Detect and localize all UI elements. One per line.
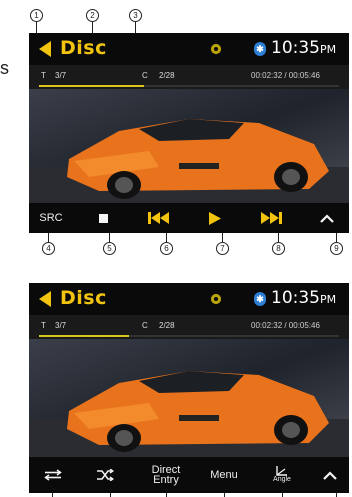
repeat-icon <box>44 469 62 481</box>
control-bar: SRC <box>29 203 349 233</box>
previous-button[interactable] <box>137 203 181 233</box>
callout-5-leader <box>109 233 110 242</box>
shuffle-icon <box>97 469 114 481</box>
direct-entry-line2: Entry <box>153 474 179 486</box>
screen2-leader-2 <box>110 493 111 497</box>
callout-8: 8 <box>272 242 285 255</box>
side-text-fragment: s <box>0 58 9 78</box>
callout-7: 7 <box>216 242 229 255</box>
screen2-leader-6 <box>336 493 337 497</box>
back-arrow-icon[interactable] <box>39 41 51 57</box>
shuffle-button[interactable] <box>81 457 129 493</box>
callout-9-leader <box>336 233 337 242</box>
progress-fill <box>39 335 129 337</box>
callout-6: 6 <box>160 242 173 255</box>
next-icon <box>261 212 282 224</box>
chapter-value: 2/28 <box>159 71 175 80</box>
callout-9: 9 <box>330 242 343 255</box>
expand-button[interactable] <box>305 203 349 233</box>
direct-entry-button[interactable]: Direct Entry <box>141 457 191 493</box>
player-screen-2: Disc ✱ 10:35PM T 3/7 C 2/28 00:02:32 / 0… <box>29 283 349 493</box>
screen2-leader-3 <box>166 493 167 497</box>
screen2-leader-5 <box>282 493 283 497</box>
angle-button[interactable]: Angle <box>257 457 307 493</box>
disc-icon <box>211 44 221 54</box>
previous-icon <box>148 212 169 224</box>
screen2-leader-1 <box>52 493 53 497</box>
clock: 10:35PM <box>271 288 336 308</box>
video-artwork <box>29 339 349 457</box>
player-screen-1: Disc ✱ 10:35PM T 3/7 C 2/28 00:02:32 / 0… <box>29 33 349 233</box>
clock-time: 10:35 <box>271 288 320 308</box>
bluetooth-icon: ✱ <box>254 292 266 306</box>
clock-ampm: PM <box>320 43 337 56</box>
chapter-label: C <box>142 71 148 80</box>
top-bar: Disc ✱ 10:35PM <box>29 283 349 315</box>
clock-ampm: PM <box>320 293 337 306</box>
screen2-leader-4 <box>224 493 225 497</box>
next-button[interactable] <box>249 203 293 233</box>
direct-entry-label: Direct Entry <box>152 465 181 486</box>
track-info-bar: T 3/7 C 2/28 00:02:32 / 00:05:46 <box>29 315 349 339</box>
src-button[interactable]: SRC <box>29 203 73 233</box>
chapter-label: C <box>142 321 148 330</box>
playback-time: 00:02:32 / 00:05:46 <box>251 71 320 80</box>
angle-icon <box>276 466 287 476</box>
stop-button[interactable] <box>81 203 125 233</box>
track-info-bar: T 3/7 C 2/28 00:02:32 / 00:05:46 <box>29 65 349 89</box>
progress-fill <box>39 85 144 87</box>
top-bar: Disc ✱ 10:35PM <box>29 33 349 65</box>
chevron-up-icon <box>320 213 334 223</box>
progress-bar[interactable] <box>39 85 339 87</box>
track-label: T <box>41 71 46 80</box>
play-icon <box>209 211 221 225</box>
repeat-button[interactable] <box>29 457 77 493</box>
track-value: 3/7 <box>55 321 67 330</box>
angle-label: Angle <box>273 476 291 483</box>
bluetooth-icon: ✱ <box>254 42 266 56</box>
callout-4: 4 <box>42 242 55 255</box>
play-button[interactable] <box>193 203 237 233</box>
menu-button[interactable]: Menu <box>199 457 249 493</box>
callout-5: 5 <box>103 242 116 255</box>
callout-8-leader <box>278 233 279 242</box>
clock: 10:35PM <box>271 38 336 58</box>
stop-icon <box>98 213 108 223</box>
menu-label: Menu <box>210 469 238 481</box>
callout-6-leader <box>166 233 167 242</box>
track-label: T <box>41 321 46 330</box>
disc-icon <box>211 294 221 304</box>
playback-time: 00:02:32 / 00:05:46 <box>251 321 320 330</box>
back-arrow-icon[interactable] <box>39 291 51 307</box>
src-label: SRC <box>39 212 63 224</box>
chevron-up-icon <box>323 470 337 480</box>
clock-time: 10:35 <box>271 38 320 58</box>
callout-7-leader <box>222 233 223 242</box>
page-title: Disc <box>60 287 107 309</box>
control-bar: Direct Entry Menu Angle <box>29 457 349 493</box>
video-artwork <box>29 89 349 203</box>
track-value: 3/7 <box>55 71 67 80</box>
progress-bar[interactable] <box>39 335 339 337</box>
chapter-value: 2/28 <box>159 321 175 330</box>
page-title: Disc <box>60 37 107 59</box>
expand-button[interactable] <box>311 457 349 493</box>
callout-4-leader <box>48 233 49 242</box>
